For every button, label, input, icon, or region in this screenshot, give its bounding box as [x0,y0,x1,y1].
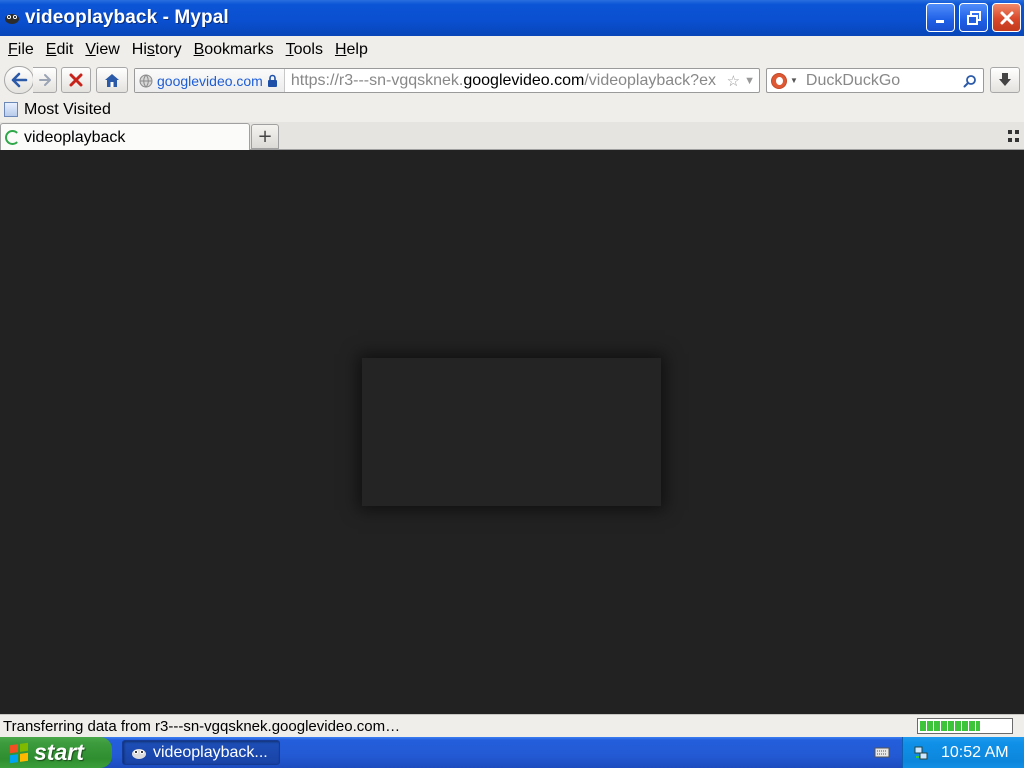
system-tray: 10:52 AM [902,737,1024,768]
taskbar: start videoplayback... 10:52 AM [0,737,1024,768]
minimize-button[interactable] [926,3,955,32]
home-button[interactable] [96,67,128,93]
progress-fill [920,721,981,731]
url-bar[interactable]: googlevideo.com https://r3---sn-vgqsknek… [134,68,760,93]
menu-help[interactable]: Help [329,41,374,59]
restore-button[interactable] [959,3,988,32]
navigation-toolbar: googlevideo.com https://r3---sn-vgqsknek… [0,63,1024,97]
windows-flag-icon [10,742,28,763]
window-controls [926,3,1021,32]
menu-view[interactable]: View [79,41,125,59]
status-text: Transferring data from r3---sn-vgqsknek.… [3,717,401,735]
mypal-app-icon [132,748,146,759]
page-content [0,150,1024,714]
network-icon[interactable] [913,745,929,761]
back-button[interactable] [4,66,34,94]
close-icon [1000,11,1013,24]
tab-label: videoplayback [24,128,126,146]
engine-dropdown-icon: ▼ [790,76,798,85]
keyboard-icon[interactable] [874,745,890,759]
menu-edit[interactable]: Edit [40,41,80,59]
taskbar-item-videoplayback[interactable]: videoplayback... [122,740,280,765]
most-visited-bookmark[interactable]: Most Visited [24,101,111,119]
restore-icon [966,10,981,25]
tab-list-icon[interactable] [1008,130,1020,142]
back-arrow-icon [11,72,28,88]
search-input[interactable]: DuckDuckGo [806,72,963,90]
start-button[interactable]: start [0,737,112,768]
bookmarks-toolbar: Most Visited [0,97,1024,122]
site-identity-button[interactable]: googlevideo.com [135,69,285,92]
close-button[interactable] [992,3,1021,32]
home-icon [105,73,119,87]
loading-progress-bar [917,718,1013,734]
menu-history[interactable]: History [126,41,188,59]
bookmark-star-icon[interactable]: ☆ [727,72,740,90]
search-engine-button[interactable]: ▼ [767,72,798,89]
window-title: videoplayback - Mypal [25,7,229,28]
tab-strip: videoplayback + [0,122,1024,151]
menu-bookmarks[interactable]: Bookmarks [188,41,280,59]
status-bar: Transferring data from r3---sn-vgqsknek.… [0,714,1024,737]
clock[interactable]: 10:52 AM [941,744,1009,762]
loading-throbber-icon [5,130,20,145]
menu-file[interactable]: File [2,41,40,59]
downloads-button[interactable] [990,67,1020,93]
stop-button[interactable] [61,67,91,93]
video-player[interactable] [362,358,661,506]
title-bar[interactable]: videoplayback - Mypal [0,0,1024,36]
mypal-app-icon[interactable] [4,10,20,26]
forward-arrow-icon [38,74,51,86]
lock-icon [267,74,277,87]
start-label: start [34,739,84,765]
download-arrow-icon [999,73,1011,86]
url-dropdown-icon[interactable]: ▼ [744,75,755,87]
minimize-icon [935,19,944,23]
new-tab-button[interactable]: + [251,124,279,149]
url-text[interactable]: https://r3---sn-vgqsknek.googlevideo.com… [285,72,727,90]
globe-icon [139,74,153,88]
search-bar[interactable]: ▼ DuckDuckGo [766,68,984,93]
stop-x-icon [69,73,83,87]
forward-button[interactable] [33,67,57,93]
duckduckgo-icon [771,72,787,89]
tab-videoplayback[interactable]: videoplayback [0,123,250,151]
identity-domain: googlevideo.com [157,72,263,89]
task-label: videoplayback... [153,743,268,761]
search-icon[interactable] [963,74,977,88]
menu-tools[interactable]: Tools [280,41,329,59]
menu-bar: File Edit View History Bookmarks Tools H… [0,36,1024,63]
most-visited-folder-icon [4,102,18,117]
